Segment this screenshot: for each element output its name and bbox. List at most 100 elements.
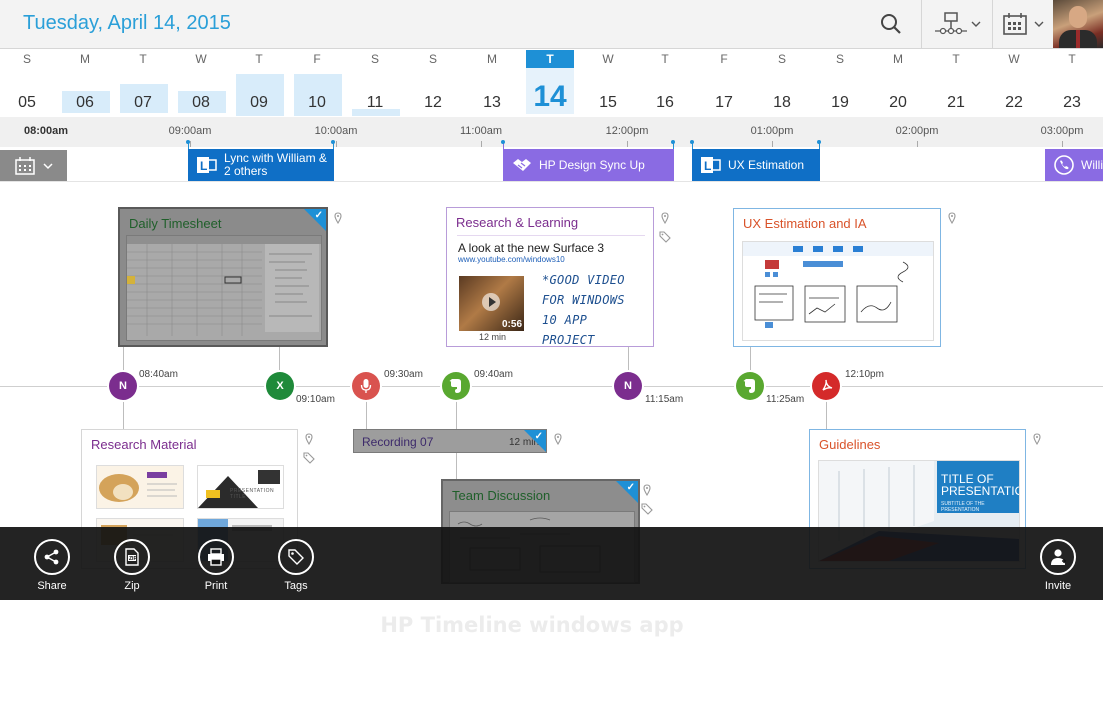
meeting-end-pin	[331, 140, 335, 144]
selected-day[interactable]: 14	[530, 80, 570, 114]
card-daily-timesheet[interactable]: Daily Timesheet ✓	[118, 207, 328, 347]
day-number[interactable]: 12	[413, 94, 453, 112]
tags-button[interactable]: Tags	[266, 539, 326, 592]
location-icon[interactable]	[552, 432, 564, 446]
avatar-tie	[1076, 30, 1080, 48]
meeting-lync-william[interactable]: L Lync with William & 2 others	[186, 140, 335, 181]
video-link[interactable]: www.youtube.com/windows10	[458, 255, 565, 264]
timeline-view-button[interactable]	[926, 0, 988, 48]
day-number[interactable]: 05	[7, 94, 47, 112]
day-number[interactable]: 08	[181, 94, 221, 112]
day-number[interactable]: 09	[239, 94, 279, 112]
day-number[interactable]: 15	[588, 94, 628, 112]
play-icon	[482, 293, 500, 311]
tags-label: Tags	[284, 580, 308, 592]
meeting-hp-design-sync[interactable]: HP Design Sync Up	[501, 140, 675, 181]
microphone-icon[interactable]	[352, 372, 380, 400]
location-icon[interactable]	[1031, 432, 1043, 446]
day-number[interactable]: 20	[878, 94, 918, 112]
header-divider	[921, 0, 922, 48]
day-number[interactable]: 16	[645, 94, 685, 112]
header: Tuesday, April 14, 2015	[0, 0, 1103, 49]
weekday-label: M	[893, 52, 903, 66]
pdf-icon[interactable]	[812, 372, 840, 400]
day-number[interactable]: 10	[297, 94, 337, 112]
share-button[interactable]: Share	[22, 539, 82, 592]
search-button[interactable]	[868, 0, 914, 48]
location-icon[interactable]	[332, 211, 344, 225]
stem	[123, 398, 124, 430]
day-number[interactable]: 22	[994, 94, 1034, 112]
day-number[interactable]: 19	[820, 94, 860, 112]
time-tick	[1062, 141, 1063, 147]
time-label: 11:00am	[460, 125, 502, 137]
print-icon	[208, 548, 224, 566]
stem	[750, 346, 751, 372]
weekday-label: T	[661, 52, 669, 66]
calendar-filter-button[interactable]	[0, 150, 67, 181]
calendar-view-button[interactable]	[996, 0, 1050, 48]
avatar[interactable]	[1053, 0, 1103, 48]
tag-icon[interactable]	[641, 502, 653, 515]
location-icon[interactable]	[946, 211, 958, 225]
time-label: 09:00am	[168, 125, 212, 137]
excel-icon[interactable]: X	[266, 372, 294, 400]
tag-icon[interactable]	[303, 451, 315, 464]
card-recording[interactable]: Recording 07 12 min ✓	[353, 429, 547, 453]
checkmark-icon: ✓	[626, 482, 635, 493]
invite-button[interactable]: Invite	[1028, 539, 1088, 592]
wireframe-sketch	[743, 242, 933, 328]
zip-label: Zip	[124, 580, 140, 592]
day-number[interactable]: 21	[936, 94, 976, 112]
lync-icon: L	[197, 157, 217, 173]
weekday-label: F	[720, 52, 728, 66]
day-number[interactable]: 13	[472, 94, 512, 112]
time-label: 02:00pm	[895, 125, 939, 137]
video-thumbnail[interactable]: 0:56	[459, 276, 524, 331]
card-research-learning[interactable]: Research & Learning A look at the new Su…	[446, 207, 654, 347]
day-number[interactable]: 06	[65, 94, 105, 112]
day-number[interactable]: 07	[123, 94, 163, 112]
time-tick	[627, 141, 628, 147]
meeting-end-pin	[671, 140, 675, 144]
meeting-willi-call[interactable]: Willi	[1045, 149, 1103, 181]
date-title[interactable]: Tuesday, April 14, 2015	[23, 12, 231, 35]
weekday-label: F	[313, 52, 321, 66]
meeting-label: HP Design Sync Up	[539, 157, 645, 172]
invite-icon	[1051, 549, 1066, 565]
day-number[interactable]: 11	[355, 94, 395, 112]
tag-icon[interactable]	[659, 230, 671, 243]
invite-label: Invite	[1044, 580, 1072, 592]
search-icon	[881, 14, 901, 34]
share-icon	[44, 549, 59, 565]
card-ux-estimation-ia[interactable]: UX Estimation and IA	[733, 208, 941, 347]
weekday-label: W	[195, 52, 207, 66]
meeting-label: Willi	[1081, 157, 1103, 172]
weekday-label: S	[835, 52, 844, 66]
share-label: Share	[37, 580, 67, 592]
day-number[interactable]: 17	[704, 94, 744, 112]
time-tick	[917, 141, 918, 147]
location-icon[interactable]	[659, 211, 671, 225]
node-time: 12:10pm	[845, 369, 884, 380]
meeting-start-pin	[690, 140, 694, 144]
location-icon[interactable]	[303, 432, 315, 446]
stem	[826, 398, 827, 430]
tag-icon	[288, 549, 304, 565]
svg-text:ZIP: ZIP	[129, 556, 137, 562]
zip-button[interactable]: ZIP Zip	[102, 539, 162, 592]
spreadsheet-thumbnail	[126, 235, 322, 341]
meeting-label: Lync with William & 2 others	[224, 151, 327, 178]
evernote-icon[interactable]	[442, 372, 470, 400]
header-divider	[992, 0, 993, 48]
evernote-icon[interactable]	[736, 372, 764, 400]
day-number[interactable]: 23	[1052, 94, 1092, 112]
print-button[interactable]: Print	[186, 539, 246, 592]
day-number[interactable]: 18	[762, 94, 802, 112]
meeting-ux-estimation[interactable]: L UX Estimation	[690, 140, 821, 181]
onenote-icon[interactable]: N	[109, 372, 137, 400]
onenote-icon[interactable]: N	[614, 372, 642, 400]
weekday-label: T	[526, 50, 574, 68]
location-icon[interactable]	[641, 483, 653, 497]
slide-text: PRESENTATION TITLE	[230, 488, 275, 500]
